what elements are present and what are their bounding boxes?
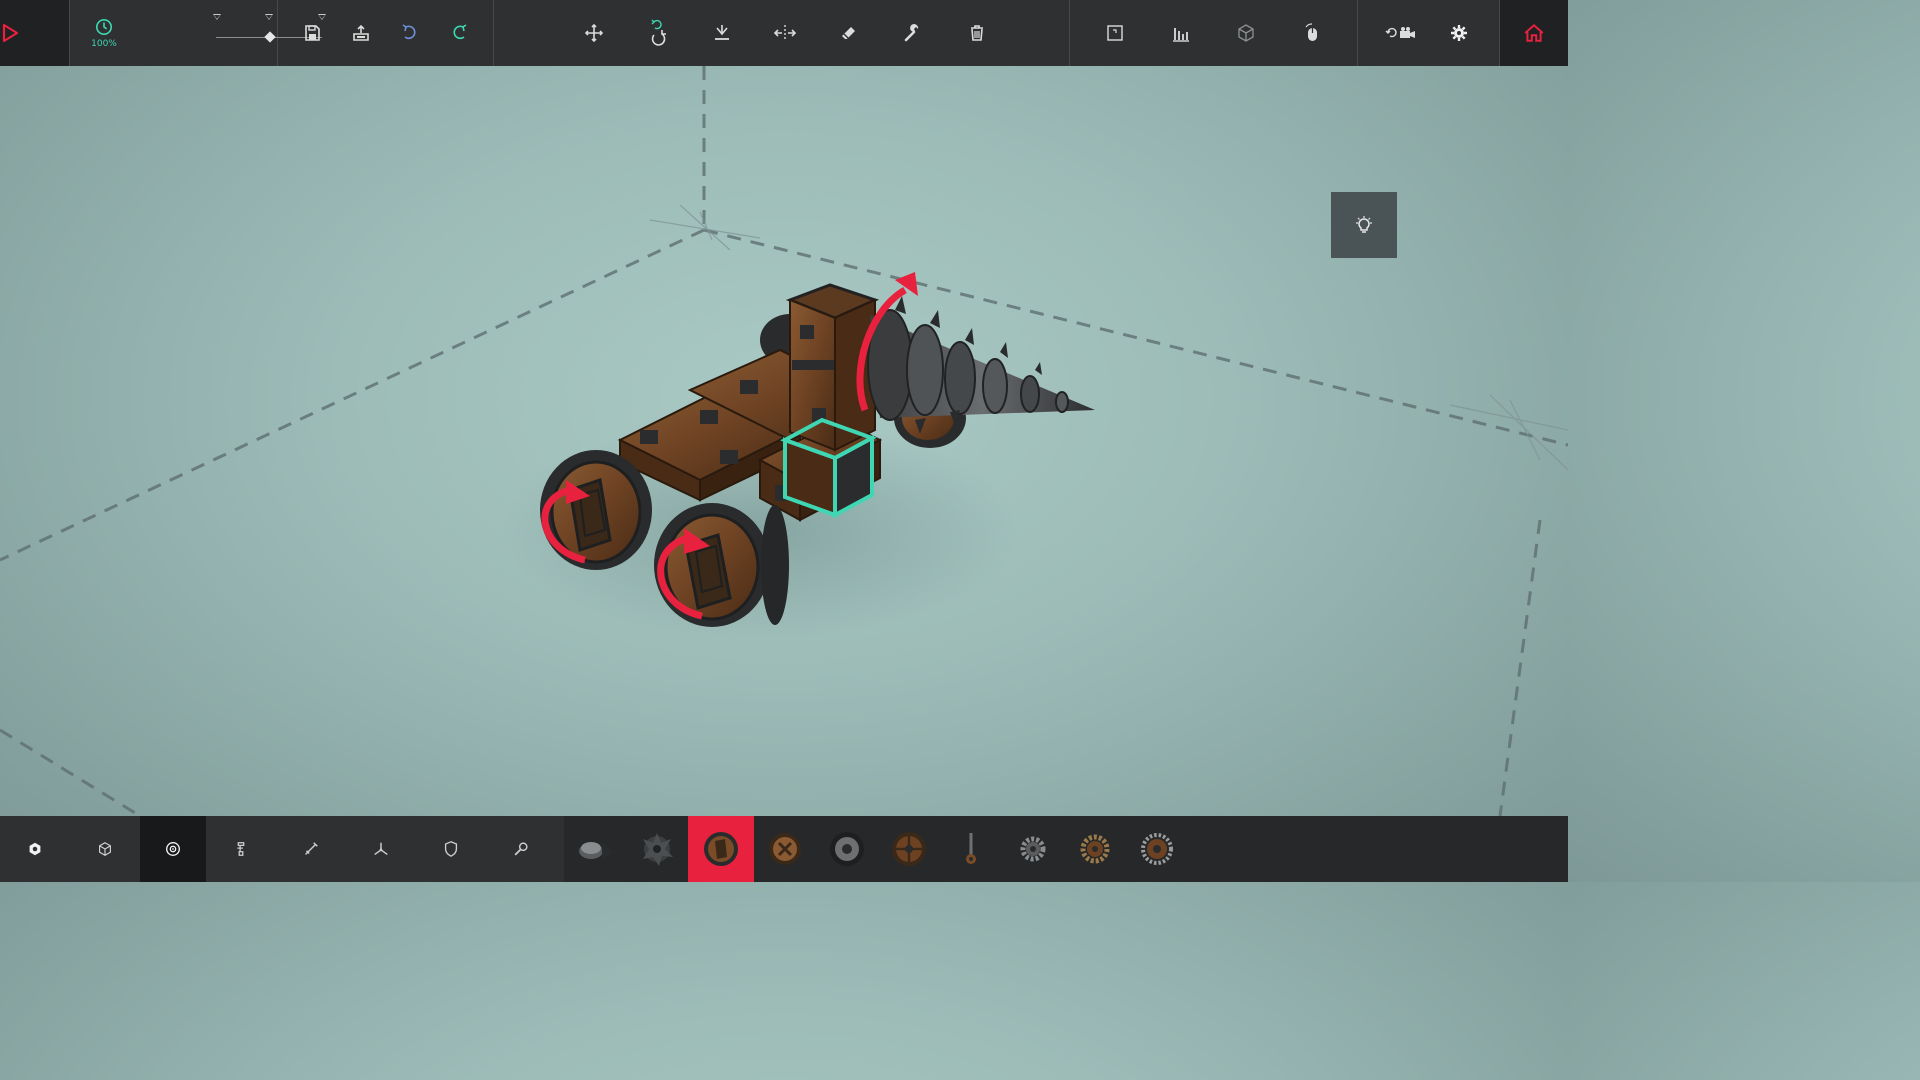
build-viewport[interactable] [0, 66, 1569, 818]
eraser-tool-button[interactable] [824, 0, 874, 66]
category-armour[interactable] [416, 816, 486, 882]
trash-icon [970, 25, 983, 41]
block-list [564, 816, 1568, 882]
category-weapons[interactable] [276, 816, 346, 882]
wheel-block [704, 832, 738, 866]
block-cog-small[interactable] [1002, 816, 1064, 882]
block-outline-button[interactable] [1221, 0, 1271, 66]
redo-icon [453, 24, 467, 40]
wrench-icon [904, 24, 919, 42]
armour-shield-icon [444, 841, 458, 857]
snap-down-tool-button[interactable] [697, 0, 747, 66]
cube-icon [99, 842, 111, 856]
category-mechanical[interactable] [206, 816, 276, 882]
wrench-tool-button[interactable] [888, 0, 938, 66]
load-button[interactable] [339, 0, 383, 66]
eraser-icon [842, 27, 856, 40]
time-scale-slider-handle[interactable] [264, 31, 276, 43]
cog-large-block [1141, 833, 1173, 865]
mouse-orbit-button[interactable] [1287, 0, 1337, 66]
redo-button[interactable] [437, 0, 481, 66]
camera-reset-button[interactable] [1373, 0, 1429, 66]
category-basic[interactable] [0, 816, 70, 882]
block-wheel[interactable] [688, 816, 754, 882]
file-tools [278, 0, 494, 66]
rotate-icon [651, 19, 666, 46]
basic-block-icon [29, 842, 41, 856]
block-outline-icon [1238, 24, 1255, 42]
block-category-tabs [0, 816, 564, 882]
wheel-front-right [654, 503, 789, 627]
settings-button[interactable] [1434, 0, 1484, 66]
time-scale-label: 100% [91, 38, 117, 49]
block-unpowered-wheel[interactable] [816, 816, 878, 882]
keymap-button[interactable] [1090, 0, 1140, 66]
spinning-block [579, 841, 613, 861]
cog-medium-block [1080, 834, 1110, 864]
scene-canvas [0, 66, 1569, 818]
utility-wrench-icon [514, 842, 528, 856]
simulate-play-button[interactable] [0, 0, 70, 66]
category-blocks[interactable] [70, 816, 140, 882]
unpowered-wheel-block [830, 832, 864, 866]
category-locomotion[interactable] [140, 816, 206, 882]
keymap-icon [1107, 25, 1123, 41]
play-icon [2, 23, 19, 43]
home-menu-button[interactable] [1500, 0, 1568, 66]
load-icon [353, 24, 369, 41]
camera-reset-icon [1385, 27, 1415, 38]
hint-button[interactable] [1331, 192, 1397, 258]
large-wheel-block [769, 833, 801, 865]
block-powered-wheel[interactable] [878, 816, 940, 882]
translate-icon [584, 23, 604, 43]
undo-icon [402, 24, 416, 40]
block-spinning[interactable] [564, 816, 626, 882]
time-scale-tick-low [213, 14, 221, 20]
mechanical-icon [237, 842, 245, 856]
delete-tool-button[interactable] [952, 0, 1002, 66]
home-icon [1524, 23, 1544, 42]
save-icon [305, 25, 321, 41]
stats-icon [1172, 28, 1189, 42]
settings-gear-icon [1451, 25, 1468, 41]
snap-down-icon [714, 25, 729, 40]
flight-icon [374, 842, 388, 855]
translate-tool-button[interactable] [569, 0, 619, 66]
block-cog-medium[interactable] [1064, 816, 1126, 882]
lightbulb-icon [1356, 216, 1372, 233]
wheel-front-left [540, 450, 652, 570]
save-button[interactable] [290, 0, 334, 66]
block-palette-bar [0, 816, 1568, 882]
time-scale-control: 100% [70, 0, 326, 66]
time-scale-tick-mid [265, 14, 273, 20]
spinning-drill-block [867, 296, 1095, 434]
view-tools [1070, 0, 1358, 66]
mouse-orbit-icon [1305, 23, 1318, 41]
steering-hinge-block [966, 833, 976, 864]
camera-tools [1358, 0, 1500, 66]
time-scale-button[interactable]: 100% [90, 18, 118, 49]
top-toolbar: 100% [0, 0, 1568, 66]
rotate-tool-button[interactable] [633, 0, 683, 66]
locomotion-gear-icon [166, 842, 180, 856]
weapons-icon [305, 842, 318, 855]
block-steering-hinge[interactable] [940, 816, 1002, 882]
stats-button[interactable] [1156, 0, 1206, 66]
block-drill[interactable] [626, 816, 688, 882]
category-flight[interactable] [346, 816, 416, 882]
powered-wheel-block [892, 832, 926, 866]
block-large-wheel[interactable] [754, 816, 816, 882]
cog-small-block [1020, 836, 1046, 862]
mirror-icon [774, 25, 797, 41]
mirror-tool-button[interactable] [760, 0, 810, 66]
block-cog-large[interactable] [1126, 816, 1188, 882]
category-utility[interactable] [486, 816, 556, 882]
undo-button[interactable] [388, 0, 432, 66]
build-tools [494, 0, 1070, 66]
drill-block [643, 833, 673, 866]
clock-icon [95, 18, 113, 35]
